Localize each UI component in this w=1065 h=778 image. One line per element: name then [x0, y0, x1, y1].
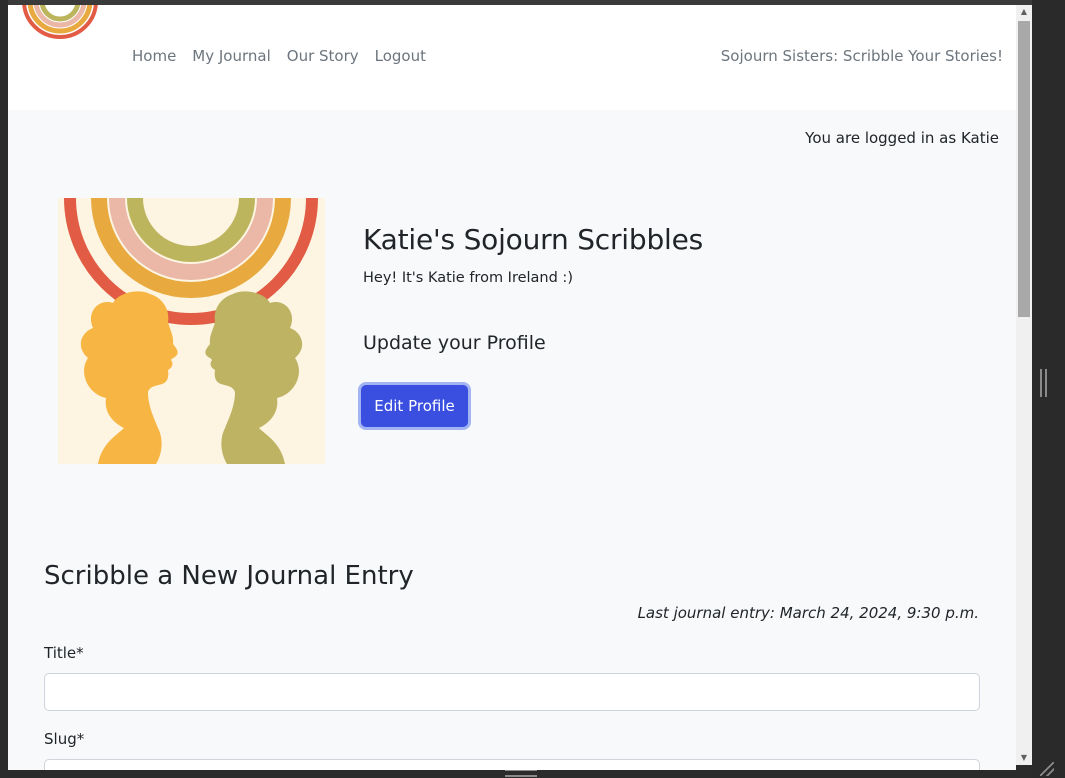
bottom-resize-grip[interactable] — [505, 769, 537, 777]
nav-links: Home My Journal Our Story Logout — [124, 45, 434, 67]
site-tagline: Sojourn Sisters: Scribble Your Stories! — [720, 47, 1003, 65]
page-viewport: Home My Journal Our Story Logout Sojourn… — [8, 5, 1016, 770]
edit-profile-button[interactable]: Edit Profile — [361, 385, 468, 427]
title-field-label: Title* — [44, 644, 84, 662]
update-profile-heading: Update your Profile — [363, 332, 546, 354]
slug-input[interactable] — [44, 759, 980, 770]
side-panel-divider — [1032, 0, 1065, 778]
frame-left-border — [0, 0, 8, 778]
scroll-up-icon[interactable]: ▲ — [1016, 5, 1032, 19]
title-input[interactable] — [44, 673, 980, 711]
splitter-handle[interactable] — [1040, 369, 1047, 397]
new-entry-heading: Scribble a New Journal Entry — [44, 561, 414, 591]
logged-in-status: You are logged in as Katie — [805, 129, 999, 147]
nav-home-link[interactable]: Home — [124, 45, 184, 67]
scroll-down-icon[interactable]: ▼ — [1016, 751, 1032, 765]
navbar: Home My Journal Our Story Logout Sojourn… — [8, 5, 1016, 110]
last-entry-timestamp: Last journal entry: March 24, 2024, 9:30… — [637, 604, 979, 622]
page-scrollbar[interactable]: ▲ ▼ — [1016, 5, 1032, 765]
slug-field-label: Slug* — [44, 730, 85, 748]
nav-my-journal-link[interactable]: My Journal — [184, 45, 278, 67]
scrollbar-thumb[interactable] — [1018, 21, 1030, 317]
profile-bio: Hey! It's Katie from Ireland :) — [363, 270, 573, 286]
nav-logout-link[interactable]: Logout — [367, 45, 434, 67]
profile-image — [58, 198, 325, 464]
app-frame: Home My Journal Our Story Logout Sojourn… — [0, 0, 1065, 778]
resize-corner-icon[interactable] — [1040, 762, 1054, 776]
site-logo[interactable] — [21, 5, 99, 77]
nav-our-story-link[interactable]: Our Story — [279, 45, 367, 67]
profile-title: Katie's Sojourn Scribbles — [363, 223, 704, 256]
